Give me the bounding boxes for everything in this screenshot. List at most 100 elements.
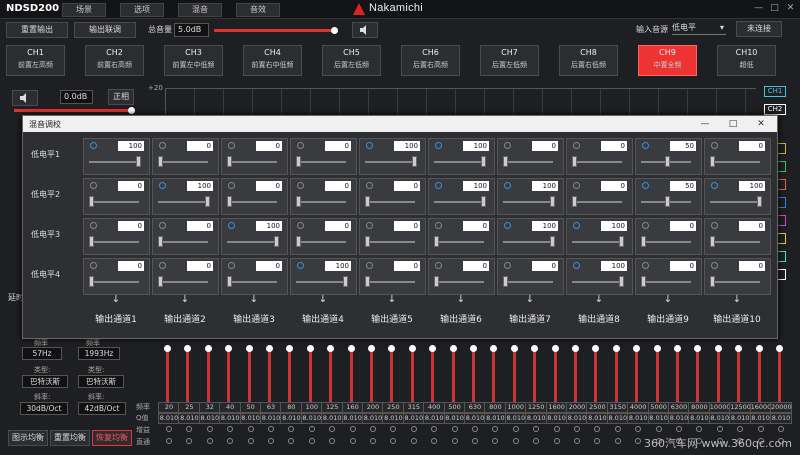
eq-band-knob[interactable] xyxy=(347,345,355,352)
eq-freq-field[interactable]: 1250 xyxy=(525,402,548,413)
hp-type-select[interactable]: 巴特沃斯 xyxy=(22,375,68,388)
connect-status-button[interactable]: 未连接 xyxy=(736,21,782,37)
eq-bypass-toggle[interactable] xyxy=(166,438,172,444)
eq-q-field[interactable]: 8.010 xyxy=(464,413,486,424)
eq-band-knob[interactable] xyxy=(674,345,681,352)
eq-freq-field[interactable]: 16000 xyxy=(749,402,772,413)
mix-level-field[interactable]: 0 xyxy=(118,181,144,191)
power-icon[interactable] xyxy=(642,262,649,269)
eq-freq-field[interactable]: 50 xyxy=(239,402,262,413)
eq-q-field[interactable]: 8.010 xyxy=(219,413,242,424)
mix-level-slider[interactable] xyxy=(641,241,691,243)
mix-level-thumb[interactable] xyxy=(227,156,232,167)
power-icon[interactable] xyxy=(435,142,442,149)
mix-level-field[interactable]: 0 xyxy=(739,141,765,151)
eq-freq-field[interactable]: 8000 xyxy=(688,402,711,413)
eq-band-knob[interactable] xyxy=(245,345,253,352)
eq-freq-field[interactable]: 400 xyxy=(423,402,446,413)
eq-band-knob[interactable] xyxy=(429,345,437,352)
eq-bypass-toggle[interactable] xyxy=(308,438,315,444)
channel-button-2[interactable]: CH2 前置右高频 xyxy=(85,45,144,76)
mix-level-thumb[interactable] xyxy=(481,156,486,167)
hp-freq-field[interactable]: 57Hz xyxy=(22,347,62,360)
eq-q-field[interactable]: 8.010 xyxy=(260,413,282,424)
eq-freq-field[interactable]: 250 xyxy=(382,402,405,413)
eq-bypass-toggle[interactable] xyxy=(451,438,458,444)
eq-q-field[interactable]: 8.010 xyxy=(708,413,731,424)
eq-bypass-toggle[interactable] xyxy=(288,438,295,444)
eq-gain-indicator[interactable] xyxy=(594,426,601,432)
mix-level-field[interactable]: 100 xyxy=(325,261,351,271)
power-icon[interactable] xyxy=(573,262,580,269)
eq-gain-indicator[interactable] xyxy=(308,426,315,432)
mix-level-slider[interactable] xyxy=(227,201,277,203)
lp-freq-field[interactable]: 1993Hz xyxy=(78,347,120,360)
mix-level-slider[interactable] xyxy=(158,201,208,203)
mix-level-slider[interactable] xyxy=(227,241,277,243)
power-icon[interactable] xyxy=(297,222,304,229)
mix-level-slider[interactable] xyxy=(710,281,760,283)
eq-q-field[interactable]: 8.010 xyxy=(300,413,323,424)
mix-level-field[interactable]: 100 xyxy=(532,221,558,231)
eq-gain-indicator[interactable] xyxy=(533,426,540,432)
eq-q-field[interactable]: 8.010 xyxy=(239,413,262,424)
mix-level-slider[interactable] xyxy=(227,281,277,283)
mix-level-slider[interactable] xyxy=(503,281,553,283)
eq-bypass-toggle[interactable] xyxy=(553,438,560,444)
mix-level-thumb[interactable] xyxy=(296,196,301,207)
power-icon[interactable] xyxy=(228,262,235,269)
mix-level-slider[interactable] xyxy=(503,241,553,243)
eq-bypass-toggle[interactable] xyxy=(472,438,478,444)
eq-band-knob[interactable] xyxy=(735,345,743,352)
menu-options[interactable]: 选项 xyxy=(120,3,164,17)
eq-gain-indicator[interactable] xyxy=(247,426,254,432)
power-icon[interactable] xyxy=(228,182,235,189)
mix-level-slider[interactable] xyxy=(158,161,208,163)
mix-level-thumb[interactable] xyxy=(757,196,762,207)
eq-band-knob[interactable] xyxy=(510,345,518,352)
eq-freq-field[interactable]: 800 xyxy=(484,402,507,413)
mix-level-slider[interactable] xyxy=(503,201,553,203)
menu-mix[interactable]: 混音 xyxy=(178,3,222,17)
mix-level-thumb[interactable] xyxy=(365,236,370,247)
eq-bypass-toggle[interactable] xyxy=(492,438,499,444)
eq-gain-indicator[interactable] xyxy=(512,426,519,432)
mix-level-slider[interactable] xyxy=(89,201,139,203)
mix-level-field[interactable]: 50 xyxy=(670,141,696,151)
mix-level-field[interactable]: 0 xyxy=(601,181,627,191)
power-icon[interactable] xyxy=(297,142,304,149)
lp-type-select[interactable]: 巴特沃斯 xyxy=(78,375,124,388)
mix-level-thumb[interactable] xyxy=(158,236,163,247)
mix-level-field[interactable]: 0 xyxy=(532,141,558,151)
mix-level-thumb[interactable] xyxy=(619,236,624,247)
dialog-maximize-button[interactable]: □ xyxy=(727,118,739,130)
eq-band-knob[interactable] xyxy=(755,345,763,352)
mix-level-field[interactable]: 0 xyxy=(601,141,627,151)
eq-gain-indicator[interactable] xyxy=(166,426,172,432)
eq-freq-field[interactable]: 32 xyxy=(198,402,221,413)
mix-level-field[interactable]: 0 xyxy=(463,261,489,271)
power-icon[interactable] xyxy=(228,222,235,229)
mix-level-thumb[interactable] xyxy=(710,276,715,287)
mix-level-thumb[interactable] xyxy=(158,156,163,167)
mix-level-thumb[interactable] xyxy=(550,236,555,247)
mix-level-thumb[interactable] xyxy=(89,236,94,247)
mix-level-thumb[interactable] xyxy=(481,196,486,207)
mix-level-thumb[interactable] xyxy=(664,156,670,167)
mix-level-slider[interactable] xyxy=(572,281,622,283)
eq-q-field[interactable]: 8.010 xyxy=(158,413,180,424)
power-icon[interactable] xyxy=(711,182,718,189)
mix-level-field[interactable]: 0 xyxy=(256,141,282,151)
power-icon[interactable] xyxy=(366,182,373,189)
eq-bypass-toggle[interactable] xyxy=(329,438,336,444)
mix-level-thumb[interactable] xyxy=(503,156,508,167)
eq-gain-indicator[interactable] xyxy=(574,426,580,432)
eq-q-field[interactable]: 8.010 xyxy=(362,413,384,424)
eq-gain-indicator[interactable] xyxy=(614,426,621,432)
mix-level-field[interactable]: 100 xyxy=(532,181,558,191)
eq-q-field[interactable]: 8.010 xyxy=(688,413,711,424)
mix-level-field[interactable]: 0 xyxy=(325,181,351,191)
eq-band-knob[interactable] xyxy=(572,345,579,352)
power-icon[interactable] xyxy=(504,222,511,229)
mix-level-thumb[interactable] xyxy=(365,276,370,287)
